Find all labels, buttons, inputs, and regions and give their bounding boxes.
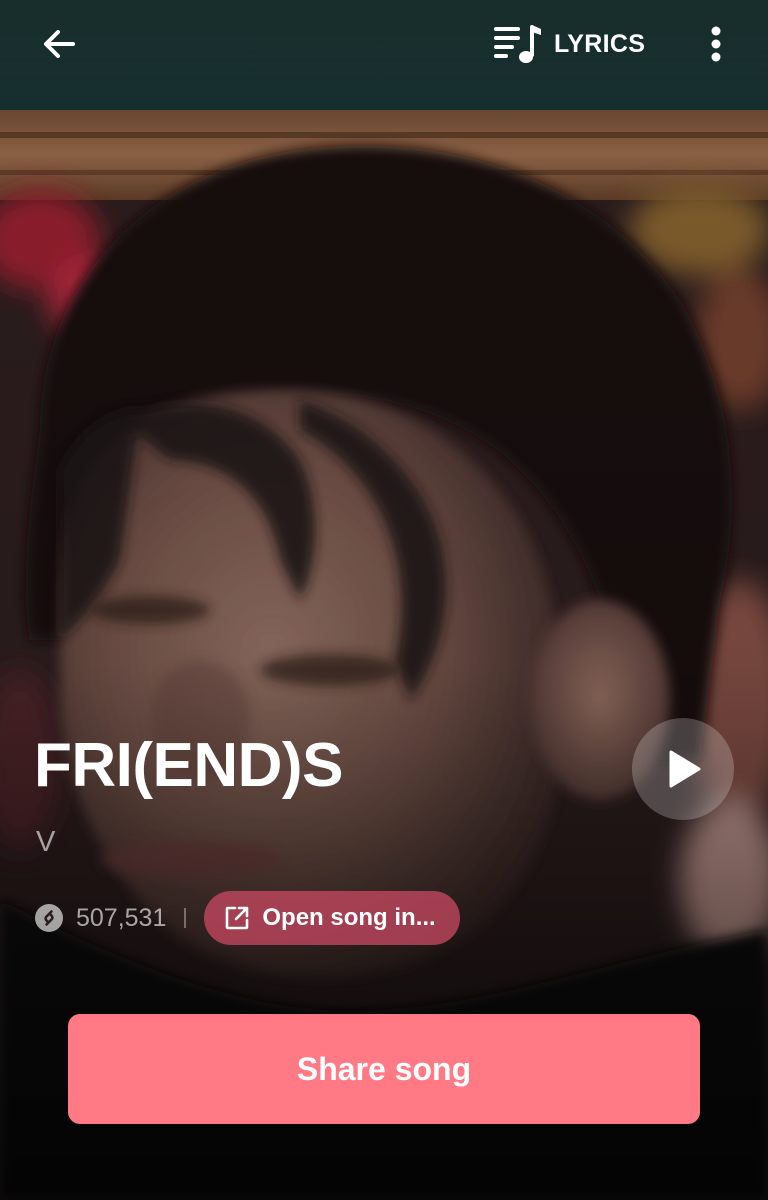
play-icon	[669, 750, 701, 788]
lyrics-note-icon	[494, 25, 541, 63]
more-options-button[interactable]	[694, 18, 738, 70]
lyrics-label: LYRICS	[554, 29, 646, 58]
divider	[184, 908, 187, 928]
arrow-left-icon	[44, 30, 75, 58]
top-bar: LYRICS	[0, 0, 768, 88]
lyrics-button[interactable]: LYRICS	[488, 16, 649, 72]
external-link-icon	[226, 906, 249, 930]
open-song-label: Open song in...	[262, 904, 436, 931]
share-song-button[interactable]: Share song	[68, 1014, 700, 1124]
song-screen: LYRICS FRI(END)S V 507,531 Open song in.…	[0, 0, 768, 1200]
song-artist[interactable]: V	[36, 822, 55, 862]
shazam-icon	[35, 904, 63, 932]
more-vertical-icon	[711, 26, 721, 62]
play-button[interactable]	[632, 718, 734, 820]
back-button[interactable]	[30, 20, 88, 68]
song-stats-row: 507,531 Open song in...	[34, 890, 460, 946]
song-title: FRI(END)S	[34, 731, 343, 800]
open-song-in-button[interactable]: Open song in...	[204, 891, 460, 945]
shazam-count: 507,531	[76, 903, 167, 932]
